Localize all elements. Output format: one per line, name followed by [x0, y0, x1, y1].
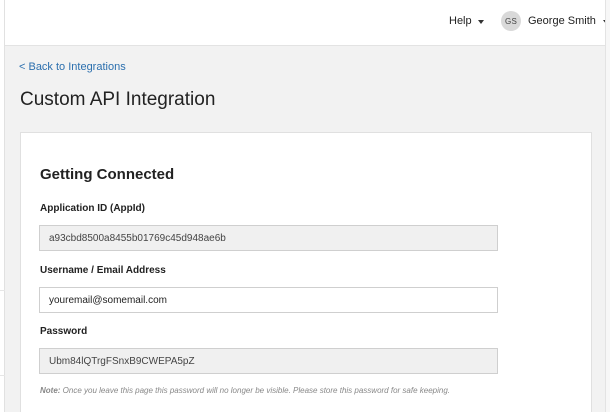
back-to-integrations-link[interactable]: < Back to Integrations: [19, 61, 126, 73]
scrollbar-track[interactable]: [605, 0, 610, 412]
avatar: GS: [501, 11, 521, 31]
top-bar: Help GS George Smith: [5, 0, 610, 46]
username-field[interactable]: youremail@somemail.com: [39, 287, 498, 313]
app-id-field[interactable]: a93cbd8500a8455b01769c45d948ae6b: [39, 225, 498, 251]
left-rail: [0, 0, 5, 412]
getting-connected-card: Getting Connected Application ID (AppId)…: [20, 132, 592, 412]
caret-down-icon: [477, 19, 484, 24]
password-note: Note: Once you leave this page this pass…: [40, 386, 450, 395]
user-name: George Smith: [528, 15, 596, 27]
help-label: Help: [449, 15, 472, 27]
note-text: Once you leave this page this password w…: [60, 386, 450, 395]
rail-divider: [0, 375, 5, 376]
user-menu[interactable]: GS George Smith: [501, 11, 609, 31]
password-field[interactable]: Ubm84lQTrgFSnxB9CWEPA5pZ: [39, 348, 498, 374]
page-title: Custom API Integration: [20, 89, 216, 110]
app-id-label: Application ID (AppId): [40, 203, 145, 214]
note-prefix: Note:: [40, 386, 61, 395]
help-menu[interactable]: Help: [449, 13, 484, 29]
rail-divider: [0, 290, 5, 291]
password-label: Password: [40, 326, 88, 337]
card-title: Getting Connected: [40, 166, 175, 183]
username-label: Username / Email Address: [40, 265, 166, 276]
